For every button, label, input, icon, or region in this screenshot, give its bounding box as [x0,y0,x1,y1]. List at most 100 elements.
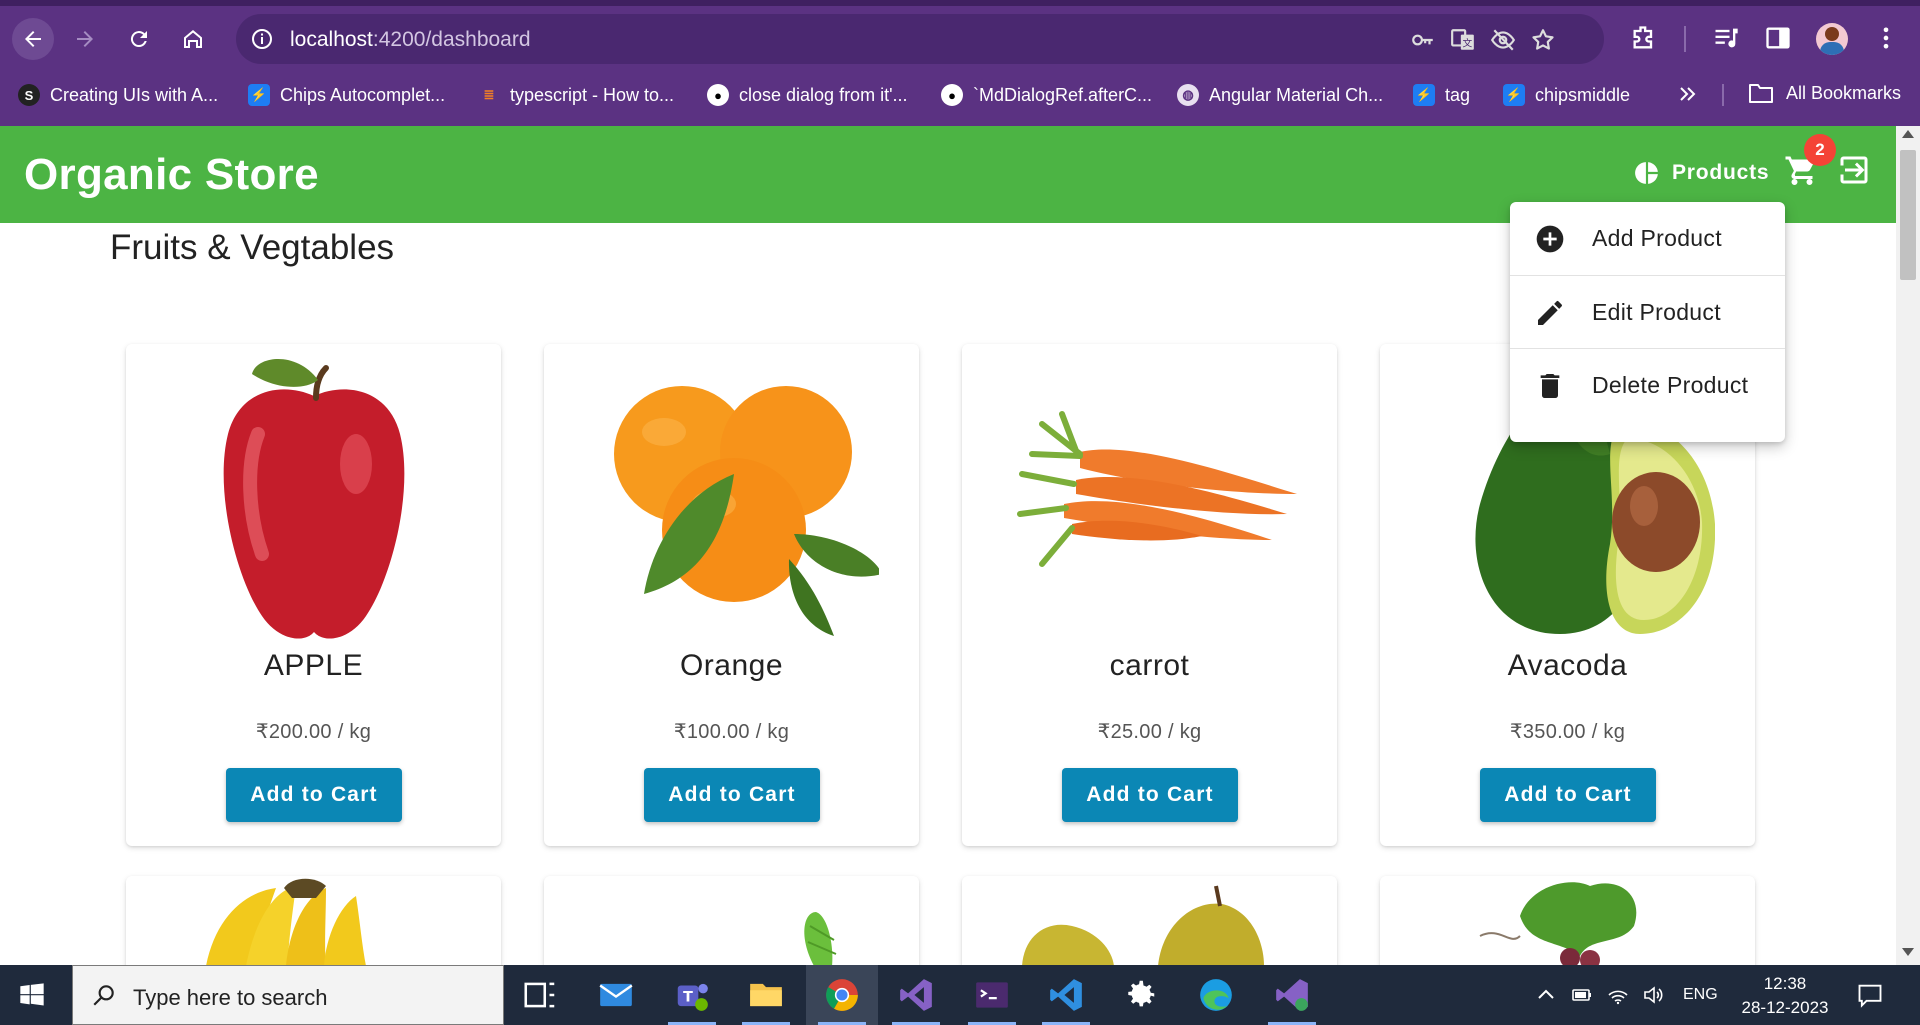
avatar-head [1825,27,1839,41]
home-button[interactable] [172,18,214,60]
product-price: ₹200.00 / kg [255,721,372,743]
reload-button[interactable] [118,18,160,60]
taskbar-edge[interactable] [1180,965,1252,1025]
translate-icon[interactable]: 文 [1450,27,1476,53]
bookmark-item[interactable]: ◍ Angular Material Ch... [1177,82,1383,108]
products-menu-button[interactable]: Products [1634,160,1769,186]
url-path: :4200/dashboard [372,28,531,51]
key-icon[interactable] [1410,27,1436,53]
dark-logo-icon: S [18,84,40,106]
globe-icon: ◍ [1177,84,1199,106]
scroll-up-arrow-icon[interactable] [1902,130,1914,138]
taskbar-chrome[interactable] [806,965,878,1025]
add-to-cart-button[interactable]: Add to Cart [1480,768,1656,822]
menu-item-add-product[interactable]: Add Product [1510,202,1785,275]
taskbar-vscode[interactable] [1030,965,1102,1025]
add-to-cart-button[interactable]: Add to Cart [644,768,820,822]
bookmark-label: Creating UIs with A... [50,84,219,105]
bookmark-label: chipsmiddle [1535,84,1631,105]
bookmark-item[interactable]: S Creating UIs with A... [18,82,218,108]
grapes-image [1479,882,1637,966]
forward-button[interactable] [64,18,106,60]
menu-item-label: Delete Product [1592,372,1749,398]
clock[interactable]: 12:38 28-12-2023 [1740,972,1830,1020]
chrome-icon [826,979,858,1011]
add-to-cart-button[interactable]: Add to Cart [226,768,402,822]
url-text[interactable]: localhost:4200/dashboard [290,28,531,52]
taskbar-visual-studio[interactable] [880,965,952,1025]
bookmark-label: typescript - How to... [510,84,675,105]
brand-title[interactable]: Organic Store [24,150,319,200]
vscode-icon [1050,979,1082,1011]
bookmark-label: Chips Autocomplet... [280,84,446,105]
back-button[interactable] [12,18,54,60]
star-icon[interactable] [1530,27,1556,53]
taskbar-mail[interactable] [580,965,652,1025]
add-circle-icon [1536,225,1564,252]
bookmark-label: close dialog from it'... [739,84,908,105]
profile-avatar[interactable] [1816,23,1848,55]
logout-icon[interactable] [1836,152,1872,188]
chevron-up-icon[interactable] [1534,983,1558,1007]
scrollbar-thumb[interactable] [1900,150,1916,280]
add-to-cart-button[interactable]: Add to Cart [1062,768,1238,822]
bookmark-item[interactable]: ≣ typescript - How to... [478,82,675,108]
side-panel-icon[interactable] [1764,24,1792,52]
volume-icon[interactable] [1642,983,1666,1007]
stackoverflow-icon: ≣ [483,87,495,102]
reading-list-icon[interactable] [1712,24,1740,52]
toolbar-divider [1684,26,1686,52]
windows-start-icon[interactable] [18,981,46,1009]
product-price: ₹350.00 / kg [1509,721,1626,743]
terminal-icon [976,982,1008,1008]
product-name: Avacoda [1507,649,1628,682]
site-info-icon[interactable] [250,27,274,51]
product-card: Orange ₹100.00 / kg Add to Cart [544,344,919,846]
cart-count-badge: 2 [1804,134,1836,166]
eye-off-icon[interactable] [1490,27,1516,53]
avatar-body [1820,42,1844,55]
trash-icon [1540,373,1560,398]
product-price: ₹25.00 / kg [1097,721,1202,743]
taskbar-teams[interactable]: T [656,965,728,1025]
extensions-icon[interactable] [1630,24,1658,52]
tab-strip [0,0,1920,6]
menu-item-edit-product[interactable]: Edit Product [1510,276,1785,349]
scroll-down-arrow-icon[interactable] [1902,948,1914,956]
bookmark-label: tag [1445,84,1471,105]
bookmark-item[interactable]: ⚡ Chips Autocomplet... [248,82,445,108]
section-title: Fruits & Vegtables [110,228,395,267]
all-bookmarks-button[interactable]: All Bookmarks [1748,82,1901,104]
stackblitz-icon: ⚡ [1503,84,1525,106]
taskbar-search-box[interactable]: Type here to search [72,965,504,1025]
pencil-icon [1538,300,1562,325]
bookmark-item[interactable]: ⚡ chipsmiddle [1503,82,1630,108]
bookmark-item[interactable]: ● close dialog from it'... [707,82,908,108]
wifi-icon[interactable] [1606,983,1630,1007]
github-icon: ● [707,84,729,106]
product-name: Orange [679,649,784,682]
menu-item-label: Edit Product [1592,299,1721,325]
taskbar-visual-studio-installer[interactable] [1256,965,1328,1025]
more-vert-icon[interactable] [1872,24,1900,52]
notification-icon[interactable] [1856,981,1884,1009]
pear-image [1022,885,1264,966]
svg-text:T: T [683,989,693,1005]
product-card: carrot ₹25.00 / kg Add to Cart [962,344,1337,846]
clock-time: 12:38 [1763,974,1807,993]
bookmark-item[interactable]: ⚡ tag [1413,82,1470,108]
reload-icon [130,31,147,48]
battery-icon[interactable] [1570,983,1594,1007]
language-indicator[interactable]: ENG [1683,986,1718,1004]
clock-date: 28-12-2023 [1741,998,1829,1017]
taskbar-file-explorer[interactable] [730,965,802,1025]
taskbar-settings[interactable] [1104,965,1176,1025]
folder-icon [1749,84,1773,103]
chevron-double-right-icon[interactable] [1676,82,1700,106]
taskbar-terminal[interactable] [956,965,1028,1025]
menu-item-delete-product[interactable]: Delete Product [1510,349,1785,422]
address-bar[interactable]: localhost:4200/dashboard 文 [236,14,1604,64]
all-bookmarks-label: All Bookmarks [1786,82,1902,103]
task-view-button[interactable] [504,965,576,1025]
bookmark-item[interactable]: ● `MdDialogRef.afterC... [941,82,1152,108]
